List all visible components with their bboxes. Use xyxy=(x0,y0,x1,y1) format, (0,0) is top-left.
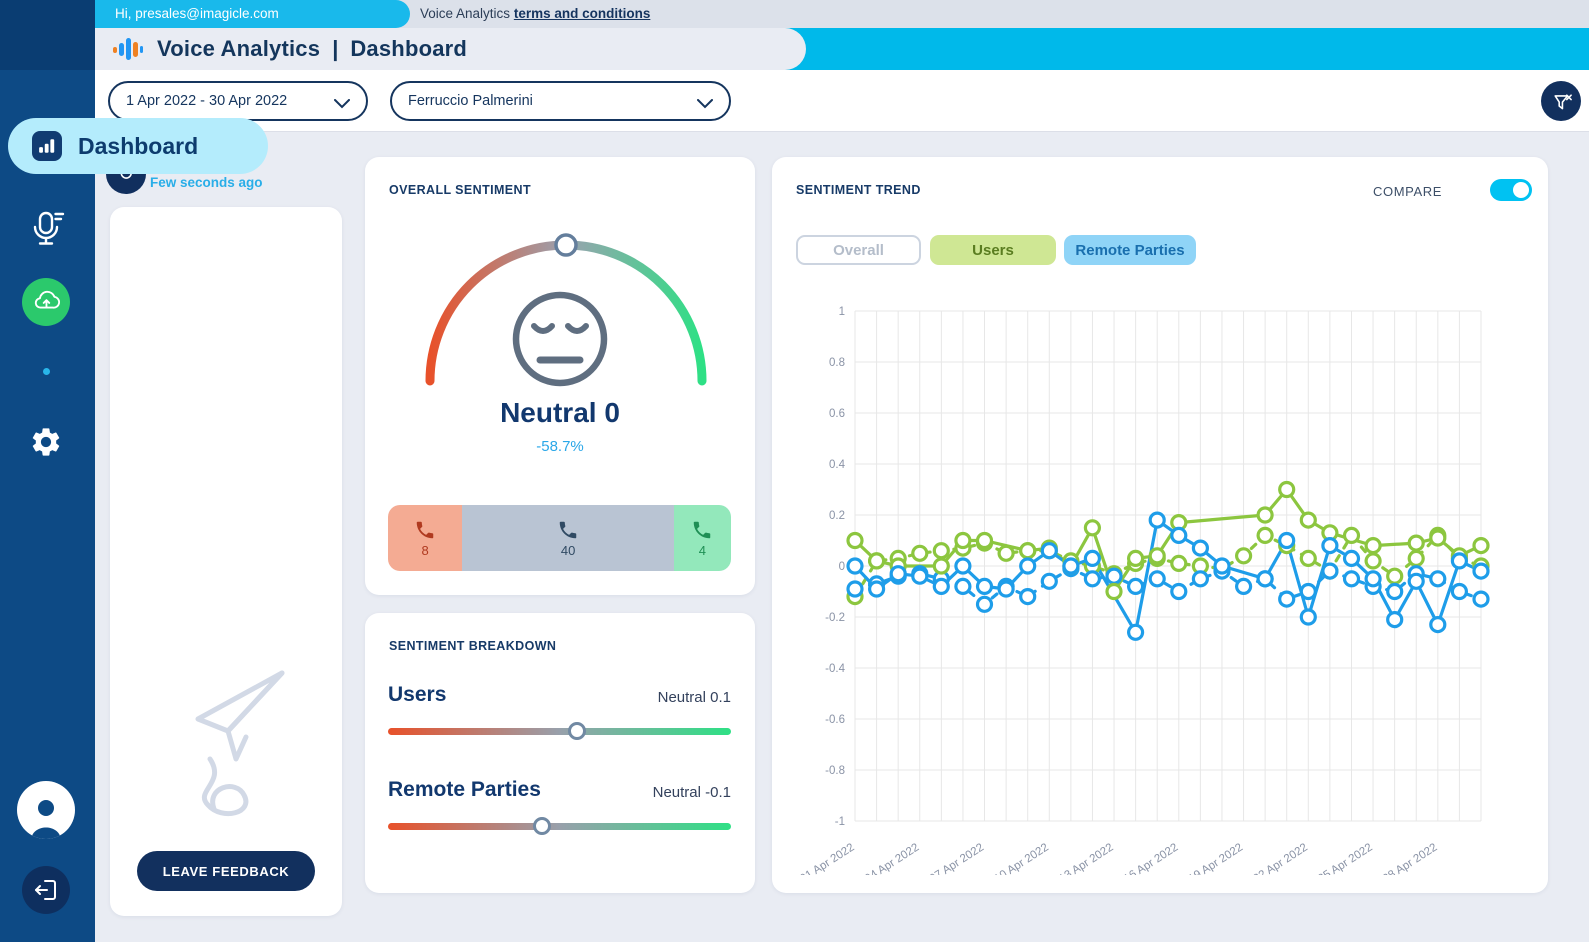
remote-parties-sentiment-slider xyxy=(388,816,731,836)
svg-text:25 Apr 2022: 25 Apr 2022 xyxy=(1316,841,1375,875)
svg-text:19 Apr 2022: 19 Apr 2022 xyxy=(1187,841,1246,875)
positive-calls-count: 4 xyxy=(698,542,707,558)
compare-toggle[interactable] xyxy=(1490,179,1532,201)
clear-filters-icon[interactable] xyxy=(1541,81,1581,121)
svg-text:-1: -1 xyxy=(835,816,845,828)
sidebar-item-dashboard[interactable]: Dashboard xyxy=(8,118,268,174)
svg-text:-0.4: -0.4 xyxy=(825,663,845,675)
terms-product-text: Voice Analytics xyxy=(420,6,511,21)
chip-overall[interactable]: Overall xyxy=(796,235,921,265)
page-title: Dashboard xyxy=(350,36,468,61)
logout-icon[interactable] xyxy=(22,866,70,914)
voice-analytics-dashboard: Hi, presales@imagicle.com Voice Analytic… xyxy=(0,0,1589,942)
app-header-bar: Voice Analytics | Dashboard xyxy=(95,28,806,70)
bar-chart-icon xyxy=(32,131,62,161)
svg-text:0.2: 0.2 xyxy=(829,510,845,522)
breakdown-users-label: Users xyxy=(388,683,447,706)
svg-text:-0.2: -0.2 xyxy=(825,612,845,624)
sidebar-dot xyxy=(43,368,50,375)
svg-text:04 Apr 2022: 04 Apr 2022 xyxy=(863,841,922,875)
slider-knob xyxy=(533,817,552,835)
chip-remote-parties[interactable]: Remote Parties xyxy=(1064,235,1196,265)
user-select[interactable]: Ferruccio Palmerini xyxy=(390,81,731,121)
neutral-face-icon xyxy=(512,291,608,387)
overall-sentiment-title: OVERALL SENTIMENT xyxy=(389,183,531,197)
sentiment-breakdown-title: SENTIMENT BREAKDOWN xyxy=(389,639,557,653)
overall-sentiment-delta: -58.7% xyxy=(536,438,584,455)
svg-text:0.8: 0.8 xyxy=(829,357,845,369)
svg-text:16 Apr 2022: 16 Apr 2022 xyxy=(1122,841,1181,875)
svg-text:-0.8: -0.8 xyxy=(825,765,845,777)
negative-calls-segment: 8 xyxy=(388,505,463,571)
paper-plane-illustration xyxy=(195,670,285,817)
chip-users[interactable]: Users xyxy=(930,235,1056,265)
chevron-down-icon xyxy=(697,97,713,113)
neutral-calls-segment: 40 xyxy=(462,505,674,571)
dashboard-pill-label: Dashboard xyxy=(78,132,199,159)
feedback-card: LEAVE FEEDBACK xyxy=(110,207,342,916)
slider-track xyxy=(388,823,731,830)
terms-and-conditions-link[interactable]: terms and conditions xyxy=(514,6,651,21)
user-select-value: Ferruccio Palmerini xyxy=(408,93,533,109)
user-avatar[interactable] xyxy=(17,781,75,839)
last-refresh-text: Few seconds ago xyxy=(150,175,263,190)
sidebar-top-block xyxy=(0,0,95,70)
slider-track xyxy=(388,728,731,735)
svg-text:22 Apr 2022: 22 Apr 2022 xyxy=(1251,841,1310,875)
negative-calls-count: 8 xyxy=(421,542,429,558)
overall-sentiment-card: OVERALL SENTIMENT Neutral 0 -58.7% 8 40 … xyxy=(365,157,755,595)
users-sentiment-slider xyxy=(388,721,731,741)
svg-text:0.4: 0.4 xyxy=(829,459,846,471)
leave-feedback-button[interactable]: LEAVE FEEDBACK xyxy=(137,851,315,891)
breakdown-users-value: Neutral 0.1 xyxy=(657,689,731,706)
date-range-select[interactable]: 1 Apr 2022 - 30 Apr 2022 xyxy=(108,81,368,121)
trend-chart-svg: 1 0.8 0.6 0.4 0.2 0 -0.2 -0.4 -0.6 -0.8 -1 01 Apr 2… xyxy=(798,306,1490,875)
svg-text:13 Apr 2022: 13 Apr 2022 xyxy=(1057,841,1116,875)
app-name: Voice Analytics xyxy=(157,36,321,61)
date-range-value: 1 Apr 2022 - 30 Apr 2022 xyxy=(126,93,288,109)
voice-analytics-mic-icon[interactable] xyxy=(22,205,70,253)
compare-label: COMPARE xyxy=(1373,184,1442,199)
sentiment-gauge xyxy=(425,233,707,387)
breakdown-remote-value: Neutral -0.1 xyxy=(652,784,731,801)
phone-icon xyxy=(559,521,577,538)
settings-gear-icon[interactable] xyxy=(22,418,70,466)
svg-text:10 Apr 2022: 10 Apr 2022 xyxy=(992,841,1051,875)
call-sentiment-bar: 8 40 4 xyxy=(388,505,731,571)
svg-text:01 Apr 2022: 01 Apr 2022 xyxy=(798,841,857,875)
chevron-down-icon xyxy=(334,97,350,113)
greeting-text: Hi, presales@imagicle.com xyxy=(115,6,279,21)
overall-sentiment-value: Neutral 0 xyxy=(500,397,620,428)
toggle-knob xyxy=(1513,182,1529,198)
sentiment-trend-card: SENTIMENT TREND COMPARE Overall Users Re… xyxy=(772,157,1548,893)
header-separator: | xyxy=(332,36,339,61)
neutral-calls-count: 40 xyxy=(560,542,576,558)
svg-text:28 Apr 2022: 28 Apr 2022 xyxy=(1381,841,1440,875)
breakdown-remote-label: Remote Parties xyxy=(388,778,541,801)
sentiment-trend-title: SENTIMENT TREND xyxy=(796,183,921,197)
slider-knob xyxy=(567,722,586,740)
svg-text:1: 1 xyxy=(839,306,845,318)
svg-text:0.6: 0.6 xyxy=(829,408,845,420)
positive-calls-segment: 4 xyxy=(673,505,731,571)
phone-icon xyxy=(416,521,434,538)
imagicle-logo-icon xyxy=(113,35,143,63)
sentiment-breakdown-card: SENTIMENT BREAKDOWN Users Neutral 0.1 Re… xyxy=(365,613,755,893)
cloud-upload-icon[interactable] xyxy=(22,278,70,326)
svg-text:07 Apr 2022: 07 Apr 2022 xyxy=(928,841,987,875)
svg-text:-0.6: -0.6 xyxy=(825,714,845,726)
gauge-knob xyxy=(554,233,578,257)
greeting-pill: Hi, presales@imagicle.com xyxy=(95,0,410,28)
svg-text:0: 0 xyxy=(839,561,845,573)
phone-icon xyxy=(694,521,711,538)
terms-line: Voice Analytics terms and conditions xyxy=(420,0,650,28)
